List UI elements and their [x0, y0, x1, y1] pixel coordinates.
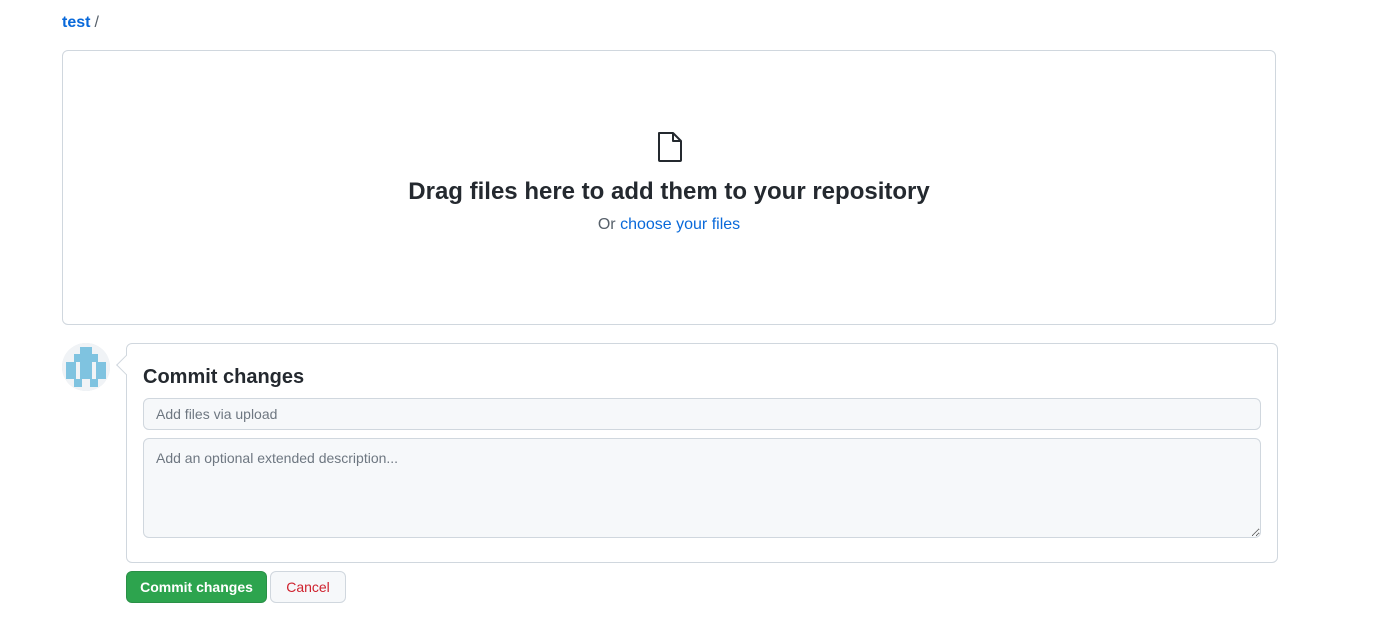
dropzone-title: Drag files here to add them to your repo…: [408, 178, 930, 205]
cancel-button[interactable]: Cancel: [270, 571, 346, 603]
commit-changes-button[interactable]: Commit changes: [126, 571, 267, 603]
breadcrumb-repo-link[interactable]: test: [62, 14, 90, 31]
commit-summary-input[interactable]: [143, 398, 1261, 430]
dropzone-subtitle: Or choose your files: [63, 215, 1275, 235]
breadcrumb-separator: /: [94, 14, 99, 31]
commit-description-input[interactable]: [143, 438, 1261, 538]
commit-title: Commit changes: [143, 366, 305, 388]
file-dropzone[interactable]: Drag files here to add them to your repo…: [62, 50, 1276, 325]
breadcrumb: test /: [62, 13, 99, 33]
choose-files-link[interactable]: choose your files: [620, 216, 740, 233]
commit-form-pointer: [116, 355, 136, 375]
identicon-avatar-icon: [62, 343, 110, 391]
commit-form: Commit changes: [116, 343, 1278, 563]
dropzone-or-text: Or: [597, 216, 616, 233]
file-icon: [658, 132, 682, 162]
avatar: [62, 343, 110, 391]
